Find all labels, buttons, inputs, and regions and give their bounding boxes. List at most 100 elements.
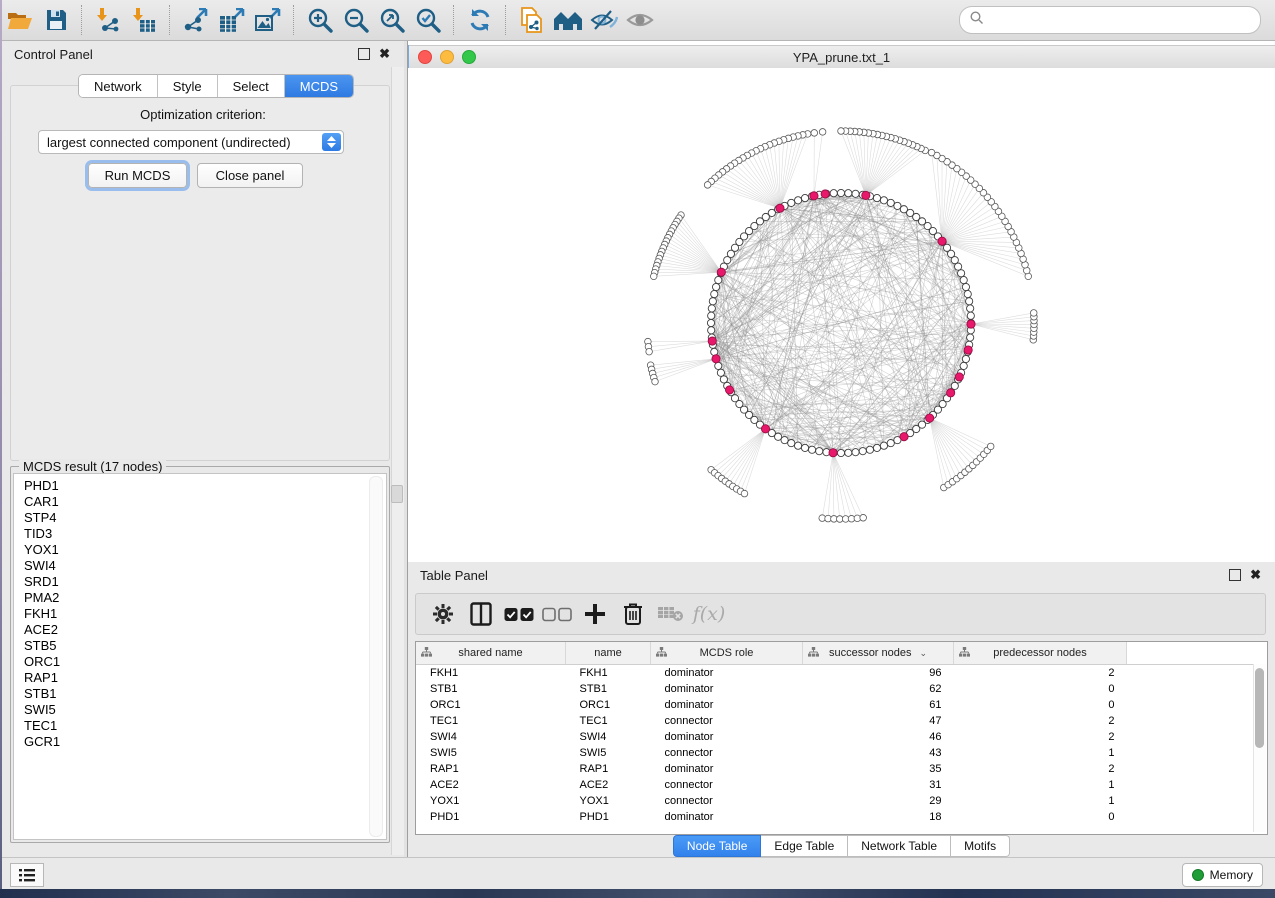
import-network-icon[interactable] <box>90 4 126 36</box>
deselect-all-icon[interactable] <box>538 599 576 629</box>
mcds-result-item[interactable]: PMA2 <box>24 590 386 606</box>
mcds-result-item[interactable]: RAP1 <box>24 670 386 686</box>
mcds-result-list[interactable]: PHD1CAR1STP4TID3YOX1SWI4SRD1PMA2FKH1ACE2… <box>13 473 387 840</box>
tab-select[interactable]: Select <box>218 75 285 97</box>
first-neighbors-icon[interactable] <box>550 4 586 36</box>
columns-icon[interactable] <box>462 599 500 629</box>
criterion-dropdown[interactable]: largest connected component (undirected) <box>38 130 344 154</box>
copy-network-icon[interactable] <box>514 4 550 36</box>
control-panel-scrollbar[interactable] <box>391 67 404 855</box>
mcds-result-item[interactable]: STB5 <box>24 638 386 654</box>
table-row[interactable]: ACE2ACE2connector311 <box>416 777 1254 793</box>
float-panel-icon[interactable] <box>358 48 370 60</box>
table-row[interactable]: TEC1TEC1connector472 <box>416 713 1254 729</box>
zoom-in-icon[interactable] <box>302 4 338 36</box>
show-panels-button[interactable] <box>10 863 44 887</box>
search-input[interactable] <box>989 9 1260 31</box>
optimization-criterion-label: Optimization criterion: <box>2 107 404 122</box>
table-scrollbar-thumb[interactable] <box>1255 668 1264 748</box>
toolbar-separator <box>453 5 455 35</box>
list-icon <box>19 869 35 882</box>
mcds-result-item[interactable]: PHD1 <box>24 478 386 494</box>
export-network-icon[interactable] <box>178 4 214 36</box>
network-canvas[interactable] <box>408 68 1275 562</box>
mcds-result-item[interactable]: STB1 <box>24 686 386 702</box>
float-panel-icon[interactable] <box>1229 569 1241 581</box>
toolbar-separator <box>81 5 83 35</box>
dropdown-stepper-icon <box>322 133 341 151</box>
column-header-predecessor-nodes[interactable]: predecessor nodes <box>954 642 1127 665</box>
mcds-result-item[interactable]: SRD1 <box>24 574 386 590</box>
control-panel-tabs: NetworkStyleSelectMCDS <box>78 74 354 98</box>
add-column-icon[interactable] <box>576 599 614 629</box>
open-file-icon[interactable] <box>2 4 38 36</box>
table-row[interactable]: YOX1YOX1connector291 <box>416 793 1254 809</box>
tab-edge-table[interactable]: Edge Table <box>761 835 848 857</box>
table-row[interactable]: ORC1ORC1dominator610 <box>416 697 1254 713</box>
refresh-icon[interactable] <box>462 4 498 36</box>
zoom-selected-icon[interactable] <box>410 4 446 36</box>
memory-button[interactable]: Memory <box>1182 863 1263 887</box>
mcds-result-item[interactable]: CAR1 <box>24 494 386 510</box>
tab-node-table[interactable]: Node Table <box>673 835 762 857</box>
zoom-out-icon[interactable] <box>338 4 374 36</box>
tab-network-table[interactable]: Network Table <box>848 835 951 857</box>
close-panel-icon[interactable]: ✖ <box>1250 570 1261 580</box>
table-scrollbar[interactable] <box>1253 664 1266 832</box>
mcds-result-item[interactable]: GCR1 <box>24 734 386 750</box>
table-toolbar: f(x) <box>415 593 1266 635</box>
select-all-icon[interactable] <box>500 599 538 629</box>
mcds-result-item[interactable]: YOX1 <box>24 542 386 558</box>
column-type-icon <box>808 647 819 657</box>
table-row[interactable]: FKH1FKH1dominator962 <box>416 665 1254 682</box>
close-panel-icon[interactable]: ✖ <box>379 49 390 59</box>
node-table[interactable]: shared namenameMCDS rolesuccessor nodes⌄… <box>415 641 1268 835</box>
gear-icon[interactable] <box>424 599 462 629</box>
zoom-fit-icon[interactable] <box>374 4 410 36</box>
column-header-successor-nodes[interactable]: successor nodes⌄ <box>803 642 954 665</box>
delete-table-icon <box>652 599 690 629</box>
show-all-icon[interactable] <box>622 4 658 36</box>
mcds-result-item[interactable]: SWI4 <box>24 558 386 574</box>
mcds-result-item[interactable]: TEC1 <box>24 718 386 734</box>
column-type-icon <box>959 647 970 657</box>
mcds-result-item[interactable]: TID3 <box>24 526 386 542</box>
table-panel-title: Table Panel <box>420 568 1229 583</box>
table-panel: Table Panel ✖ f(x) shared namenameMCDS r… <box>408 562 1275 857</box>
export-table-icon[interactable] <box>214 4 250 36</box>
tab-motifs[interactable]: Motifs <box>951 835 1010 857</box>
mcds-result-item[interactable]: STP4 <box>24 510 386 526</box>
mcds-result-item[interactable]: FKH1 <box>24 606 386 622</box>
delete-column-icon[interactable] <box>614 599 652 629</box>
mcds-list-scrollbar[interactable] <box>369 476 383 837</box>
mcds-result-item[interactable]: SWI5 <box>24 702 386 718</box>
table-row[interactable]: STB1STB1dominator620 <box>416 681 1254 697</box>
column-header-shared-name[interactable]: shared name <box>416 642 566 665</box>
export-image-icon[interactable] <box>250 4 286 36</box>
table-row[interactable]: PHD1PHD1dominator180 <box>416 809 1254 825</box>
table-row[interactable]: SWI5SWI5connector431 <box>416 745 1254 761</box>
column-header-name[interactable]: name <box>566 642 651 665</box>
tab-network[interactable]: Network <box>79 75 158 97</box>
tab-style[interactable]: Style <box>158 75 218 97</box>
mcds-result-item[interactable]: ORC1 <box>24 654 386 670</box>
network-view-window: YPA_prune.txt_1 <box>408 41 1275 562</box>
main-toolbar <box>2 0 1275 41</box>
run-mcds-button[interactable]: Run MCDS <box>88 163 187 188</box>
search-box[interactable] <box>959 6 1261 34</box>
save-session-icon[interactable] <box>38 4 74 36</box>
hide-selected-icon[interactable] <box>586 4 622 36</box>
function-builder-icon: f(x) <box>690 599 728 629</box>
mcds-result-item[interactable]: ACE2 <box>24 622 386 638</box>
table-row[interactable]: RAP1RAP1dominator352 <box>416 761 1254 777</box>
splitter-handle[interactable] <box>391 485 403 503</box>
tab-mcds[interactable]: MCDS <box>285 75 353 97</box>
status-bar: Memory <box>2 857 1275 890</box>
mcds-result-group: MCDS result (17 nodes) PHD1CAR1STP4TID3Y… <box>10 466 390 843</box>
network-window-titlebar[interactable]: YPA_prune.txt_1 <box>408 45 1275 69</box>
control-panel-title: Control Panel <box>14 47 358 62</box>
column-header-MCDS-role[interactable]: MCDS role <box>651 642 803 665</box>
table-row[interactable]: SWI4SWI4dominator462 <box>416 729 1254 745</box>
import-table-icon[interactable] <box>126 4 162 36</box>
close-panel-button[interactable]: Close panel <box>197 163 303 188</box>
